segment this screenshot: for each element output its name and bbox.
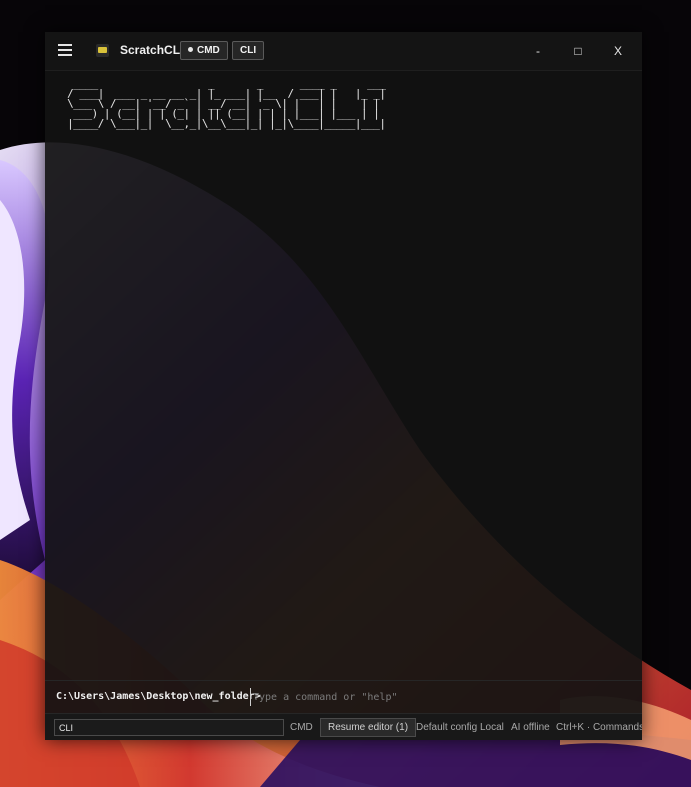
minimize-button[interactable]: - <box>524 40 552 62</box>
cmd-badge-label: CMD <box>197 45 220 56</box>
command-palette-hint[interactable]: Ctrl+K · Commands <box>556 722 642 733</box>
command-prompt: C:\Users\James\Desktop\new_folder> <box>45 680 642 713</box>
cli-mode-badge[interactable]: CLI <box>232 41 265 60</box>
app-title: ScratchCLI <box>120 43 184 57</box>
cli-badge-label: CLI <box>240 45 257 56</box>
status-bar: CMD Resume editor (1) Default config Loc… <box>45 713 642 740</box>
app-logo-icon <box>96 44 109 57</box>
close-button[interactable]: X <box>604 40 632 62</box>
title-bar: ScratchCLI CMD CLI - □ X <box>45 32 642 71</box>
terminal-window: ScratchCLI CMD CLI - □ X ____ _ _ ____ _… <box>45 32 642 740</box>
ai-status[interactable]: AI offline <box>511 722 550 733</box>
config-selector[interactable]: Default config <box>416 722 477 733</box>
resume-editor-button[interactable]: Resume editor (1) <box>320 718 417 737</box>
location-indicator[interactable]: Local <box>480 722 504 733</box>
active-dot-icon <box>188 46 193 52</box>
ascii-banner: ____ _ _ ____ _ ___ / ___| ___ _ __ __ _… <box>67 77 386 130</box>
status-cmd[interactable]: CMD <box>290 722 313 733</box>
hamburger-menu-icon[interactable] <box>58 44 72 56</box>
mode-field[interactable] <box>54 719 284 736</box>
prompt-path: C:\Users\James\Desktop\new_folder> <box>56 691 261 702</box>
cmd-mode-badge[interactable]: CMD <box>180 41 228 60</box>
maximize-button[interactable]: □ <box>564 40 592 62</box>
command-input[interactable] <box>250 688 623 706</box>
